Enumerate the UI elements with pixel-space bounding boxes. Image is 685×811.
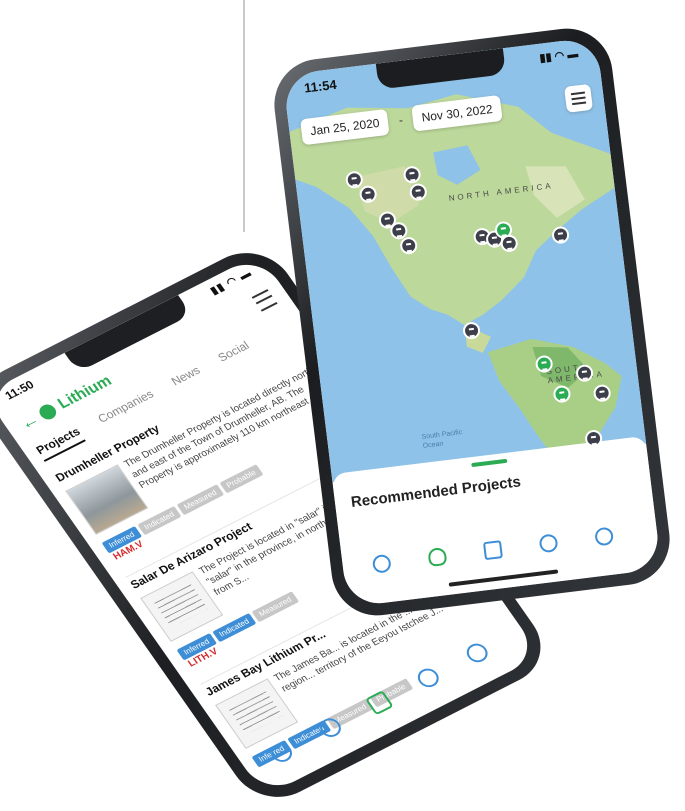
news-icon[interactable] [538, 533, 559, 554]
lightbulb-icon[interactable] [427, 546, 448, 568]
tab-social[interactable]: Social [215, 339, 251, 365]
bottom-nav [353, 519, 646, 584]
phone-map-view: NORTH AMERICA SOUTH AMERICA South Pacifi… [269, 23, 675, 621]
profile-icon[interactable] [462, 640, 492, 666]
lightbulb-icon[interactable] [316, 715, 345, 741]
tag-probable: Probable [219, 464, 264, 494]
status-time: 11:50 [2, 377, 37, 403]
dashboard-icon[interactable] [371, 553, 392, 574]
tag-measured: Measured [176, 484, 224, 516]
sheet-title: Recommended Projects [350, 473, 522, 512]
filter-menu-icon[interactable] [251, 289, 278, 312]
sheet-handle[interactable] [471, 458, 508, 468]
divider-line [243, 0, 245, 232]
phone-screen: NORTH AMERICA SOUTH AMERICA South Pacifi… [282, 36, 662, 608]
news-icon[interactable] [413, 665, 443, 691]
document-search-icon[interactable] [482, 540, 503, 561]
profile-icon[interactable] [594, 526, 615, 547]
tag-measured: Measured [251, 591, 299, 623]
document-search-icon[interactable] [364, 690, 394, 716]
dashboard-icon[interactable] [267, 740, 296, 766]
lithium-logo-icon [36, 401, 60, 423]
status-time: 11:54 [303, 76, 338, 96]
date-separator: - [398, 112, 404, 128]
filter-sliders-icon[interactable] [564, 83, 594, 113]
tab-news[interactable]: News [169, 363, 203, 388]
